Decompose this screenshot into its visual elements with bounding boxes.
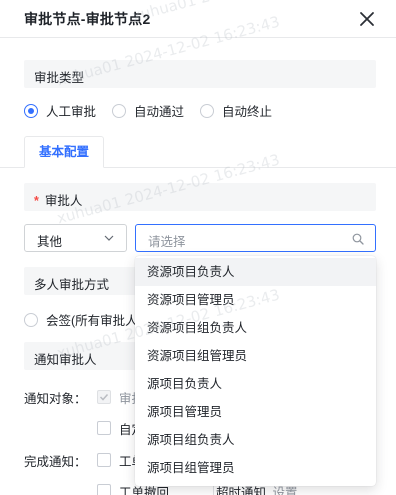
timeout-label: 超时通知: [216, 486, 267, 495]
checkbox-custom[interactable]: [97, 421, 111, 435]
approval-type-label: 审批类型: [34, 71, 85, 85]
timeout-settings-link[interactable]: 设置: [273, 486, 298, 495]
checkbox-notify-approver[interactable]: [97, 390, 111, 404]
chevron-down-icon: [104, 235, 114, 241]
radio-dot: [24, 103, 38, 118]
radio-dot: [24, 312, 38, 327]
panel-title: 审批节点-审批节点2: [24, 11, 151, 27]
dropdown-option[interactable]: 源项目负责人: [135, 370, 376, 398]
radio-label: 自动终止: [222, 105, 273, 119]
check-icon: [99, 393, 109, 401]
close-icon: [360, 12, 374, 26]
approval-type-section: 审批类型: [24, 60, 376, 88]
approver-label: * 审批人: [34, 190, 82, 209]
approver-type-value: 其他: [37, 235, 63, 249]
notify-target-label: 通知对象：: [24, 392, 87, 406]
dropdown-option[interactable]: 资源项目管理员: [135, 286, 376, 314]
complete-notify-label: 完成通知：: [24, 455, 87, 469]
dropdown-option[interactable]: 资源项目负责人: [135, 258, 376, 286]
approver-search-input[interactable]: 请选择: [135, 224, 376, 252]
approver-section: * 审批人: [24, 183, 376, 211]
dropdown-option[interactable]: 资源项目组管理员: [135, 342, 376, 370]
notify-label: 通知审批人: [34, 353, 97, 367]
radio-dot: [112, 103, 127, 118]
radio-label: 会签(所有审批人: [46, 314, 138, 328]
checkbox-ticket-withdraw[interactable]: [97, 484, 111, 495]
radio-dot: [200, 103, 215, 118]
radio-auto-terminate[interactable]: 自动终止: [200, 101, 272, 120]
dropdown-option[interactable]: 源项目组负责人: [135, 426, 376, 454]
radio-countersign[interactable]: 会签(所有审批人: [24, 310, 138, 329]
approval-type-radio-group: 人工审批 自动通过 自动终止: [24, 101, 288, 120]
approver-type-select[interactable]: 其他: [24, 224, 127, 252]
dropdown-option[interactable]: 源项目管理员: [135, 398, 376, 426]
approver-dropdown: 资源项目负责人 资源项目管理员 资源项目组负责人 资源项目组管理员 源项目负责人…: [135, 256, 376, 486]
approver-label-text: 审批人: [44, 194, 83, 208]
radio-auto-pass[interactable]: 自动通过: [112, 101, 184, 120]
search-icon: [352, 233, 364, 245]
tab-basic-config[interactable]: 基本配置: [24, 136, 104, 168]
approval-node-panel: 审批节点-审批节点2 审批类型 人工审批 自动通过 自动终止 基本配置 * 审批人…: [0, 0, 396, 495]
close-button[interactable]: [358, 10, 376, 28]
dropdown-option[interactable]: 资源项目组负责人: [135, 314, 376, 342]
checkbox-ticket[interactable]: [97, 453, 111, 467]
panel-header: 审批节点-审批节点2: [0, 0, 396, 38]
radio-manual-approval[interactable]: 人工审批: [24, 101, 96, 120]
radio-label: 自动通过: [134, 105, 185, 119]
required-mark: *: [34, 194, 39, 208]
radio-label: 人工审批: [46, 105, 97, 119]
multi-approval-label: 多人审批方式: [34, 278, 110, 292]
dropdown-option[interactable]: 源项目组管理员: [135, 454, 376, 482]
search-placeholder: 请选择: [148, 235, 186, 249]
